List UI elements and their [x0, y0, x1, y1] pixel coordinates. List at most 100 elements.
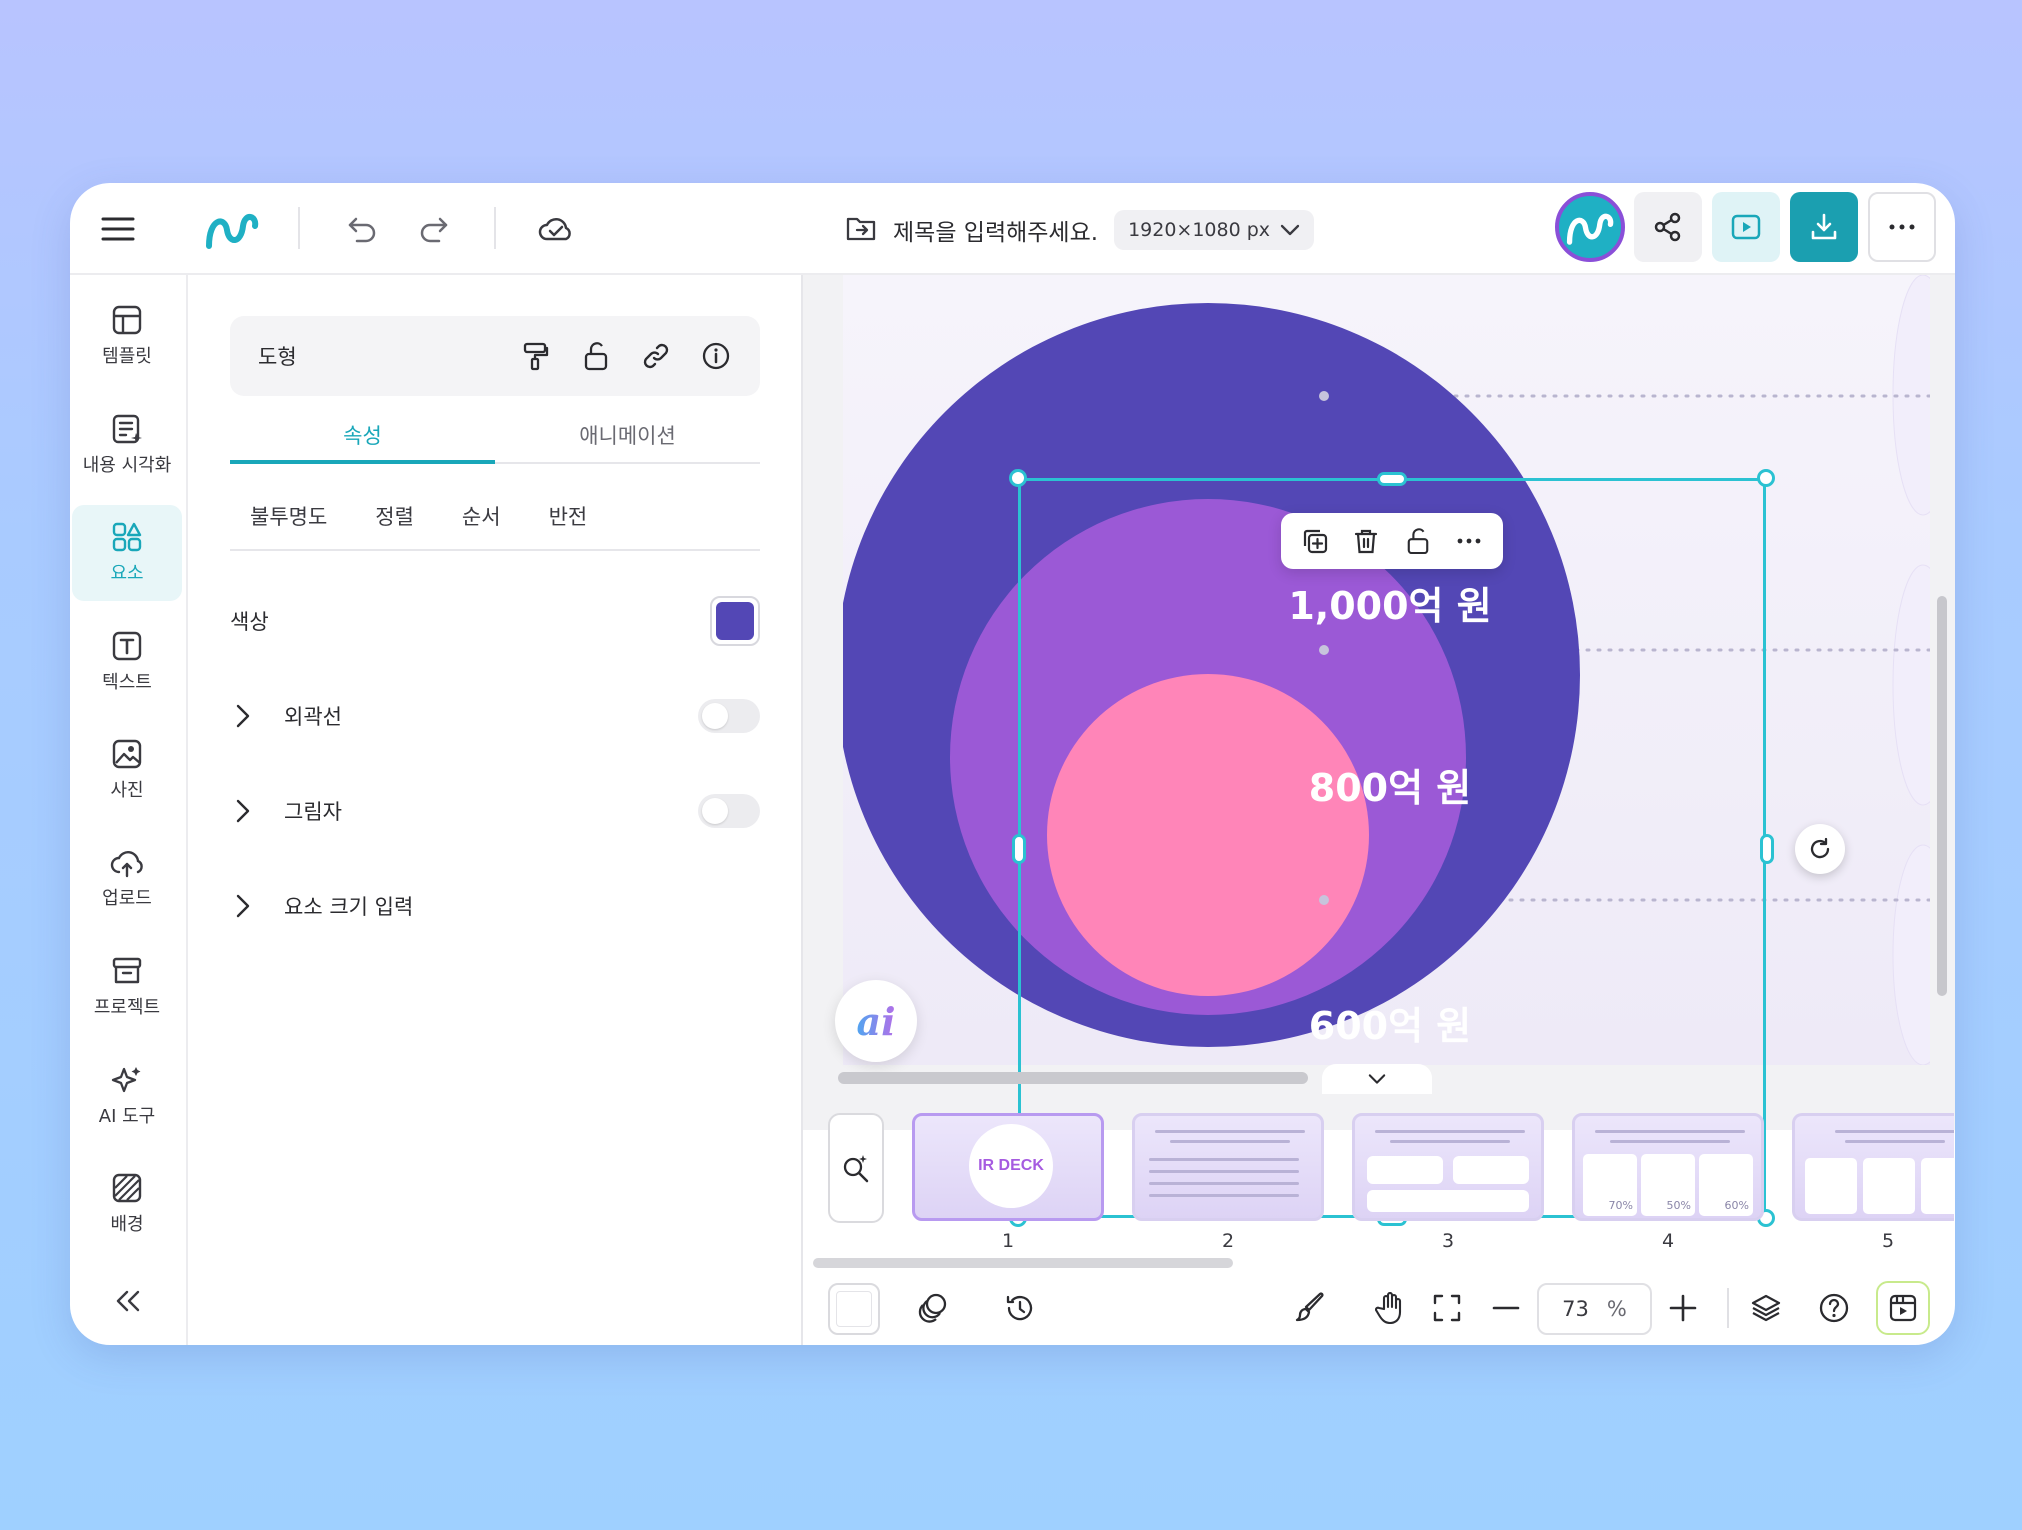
rail-item-visualize[interactable]: 내용 시각화 — [72, 397, 182, 493]
rail-item-ai-tools[interactable]: AI 도구 — [72, 1048, 182, 1144]
outline-toggle[interactable] — [698, 699, 760, 733]
slide-number: 2 — [1221, 1230, 1235, 1252]
slideshow-view-button[interactable] — [1876, 1281, 1930, 1335]
present-button[interactable] — [1712, 192, 1780, 262]
cloud-saved-icon[interactable] — [532, 205, 580, 253]
rail-item-photo[interactable]: 사진 — [72, 722, 182, 818]
rail-label: 사진 — [110, 780, 144, 801]
color-row: 색상 — [230, 593, 760, 649]
slide-number: 3 — [1441, 1230, 1455, 1252]
undo-icon[interactable] — [338, 205, 386, 253]
left-rail: 템플릿 내용 시각화 요소 텍스트 사진 업로드 프로젝트 AI 도구 배경 — [70, 275, 188, 1345]
folder-move-icon[interactable] — [845, 214, 877, 246]
thumb-4-value-3: 60% — [1724, 1199, 1749, 1212]
brush-icon[interactable] — [1288, 1285, 1334, 1331]
page-color-button[interactable] — [828, 1283, 880, 1335]
history-icon[interactable] — [997, 1285, 1043, 1331]
outline-row[interactable]: 외곽선 — [230, 688, 760, 744]
duplicate-icon[interactable] — [1297, 523, 1333, 559]
properties-panel: 도형 속성 애니메이션 불투명도 정렬 순서 반전 색상 외곽선 그림자 요소 … — [188, 275, 803, 1345]
help-icon[interactable] — [1811, 1285, 1857, 1331]
slide-thumb-3[interactable] — [1352, 1113, 1544, 1221]
elements-icon — [112, 522, 142, 552]
upload-icon — [110, 851, 143, 878]
chevron-right-icon — [236, 704, 266, 728]
zoom-out-icon[interactable] — [1483, 1285, 1529, 1331]
shadow-toggle[interactable] — [698, 794, 760, 828]
info-icon[interactable] — [700, 340, 732, 372]
subtab-opacity[interactable]: 불투명도 — [250, 495, 327, 549]
slide-thumb-5[interactable] — [1792, 1113, 1954, 1221]
layers-icon[interactable] — [1743, 1285, 1789, 1331]
play-icon — [1731, 214, 1761, 240]
trash-icon[interactable] — [1348, 523, 1384, 559]
subtab-order[interactable]: 순서 — [462, 495, 501, 549]
resize-handle-e[interactable] — [1760, 834, 1774, 864]
thumb-4-value-2: 50% — [1666, 1199, 1691, 1212]
share-button[interactable] — [1634, 192, 1702, 262]
tab-properties[interactable]: 속성 — [230, 412, 495, 464]
tab-animation[interactable]: 애니메이션 — [495, 412, 760, 462]
paint-roller-icon[interactable] — [520, 340, 552, 372]
fit-screen-icon[interactable] — [1424, 1285, 1470, 1331]
subtab-flip[interactable]: 반전 — [549, 495, 588, 549]
resize-handle-ne[interactable] — [1757, 469, 1775, 487]
text-icon — [112, 631, 142, 661]
panel-tabs: 속성 애니메이션 — [230, 412, 760, 464]
resize-handle-n[interactable] — [1377, 472, 1407, 486]
redo-icon[interactable] — [410, 205, 458, 253]
slide-number: 5 — [1881, 1230, 1895, 1252]
canvas-size-label: 1920×1080 px — [1128, 219, 1271, 241]
link-icon[interactable] — [640, 340, 672, 372]
rail-label: 프로젝트 — [93, 997, 161, 1018]
canvas-horizontal-scrollbar[interactable] — [838, 1072, 1308, 1084]
rotate-handle[interactable] — [1795, 824, 1845, 874]
size-input-row[interactable]: 요소 크기 입력 — [230, 878, 760, 934]
canvas-vertical-scrollbar[interactable] — [1937, 596, 1947, 996]
avatar[interactable] — [1555, 192, 1625, 262]
resize-handle-nw[interactable] — [1009, 469, 1027, 487]
panel-header-label: 도형 — [258, 345, 297, 369]
download-icon — [1811, 213, 1837, 240]
slide-thumb-1[interactable]: IR DECK — [912, 1113, 1104, 1221]
resize-handle-w[interactable] — [1012, 834, 1026, 864]
download-button[interactable] — [1790, 192, 1858, 262]
hand-icon[interactable] — [1367, 1285, 1413, 1331]
color-swatch[interactable] — [710, 596, 760, 646]
zoom-in-icon[interactable] — [1660, 1285, 1706, 1331]
rail-item-template[interactable]: 템플릿 — [72, 288, 182, 384]
rail-item-upload[interactable]: 업로드 — [72, 831, 182, 927]
slide-number: 4 — [1661, 1230, 1675, 1252]
rail-label: 텍스트 — [102, 672, 152, 693]
document-title[interactable]: 제목을 입력해주세요. — [893, 213, 1098, 247]
slide-thumb-2[interactable] — [1132, 1113, 1324, 1221]
collapse-panel-button[interactable] — [106, 1279, 150, 1323]
rail-item-text[interactable]: 텍스트 — [72, 614, 182, 710]
visualize-icon — [112, 414, 142, 444]
unlock-icon[interactable] — [580, 340, 612, 372]
rail-item-background[interactable]: 배경 — [72, 1156, 182, 1252]
logo-icon[interactable] — [202, 205, 262, 253]
collapse-slides-button[interactable] — [1322, 1064, 1432, 1094]
canvas-size-dropdown[interactable]: 1920×1080 px — [1114, 210, 1315, 250]
more-options-button[interactable] — [1868, 192, 1936, 262]
more-dots-icon[interactable] — [1451, 523, 1487, 559]
slide-search-button[interactable] — [828, 1113, 884, 1223]
subtab-align[interactable]: 정렬 — [375, 495, 414, 549]
slide-number: 1 — [1001, 1230, 1015, 1252]
ai-assistant-button[interactable]: ai — [835, 980, 917, 1062]
zoom-input[interactable]: 73 % — [1537, 1283, 1652, 1335]
shadow-row[interactable]: 그림자 — [230, 783, 760, 839]
slide-thumb-4[interactable]: 70% 50% 60% — [1572, 1113, 1764, 1221]
more-dots-icon — [1889, 224, 1915, 230]
size-input-label: 요소 크기 입력 — [284, 895, 414, 919]
rail-item-elements[interactable]: 요소 — [72, 505, 182, 601]
menu-icon[interactable] — [94, 205, 142, 253]
double-chevron-left-icon — [116, 1290, 140, 1312]
overlap-icon[interactable] — [910, 1285, 956, 1331]
unlock-icon[interactable] — [1400, 523, 1436, 559]
rail-item-project[interactable]: 프로젝트 — [72, 939, 182, 1035]
rail-label: 배경 — [110, 1214, 144, 1235]
thumb-4-value-1: 70% — [1608, 1199, 1633, 1212]
slides-horizontal-scrollbar[interactable] — [813, 1258, 1233, 1268]
